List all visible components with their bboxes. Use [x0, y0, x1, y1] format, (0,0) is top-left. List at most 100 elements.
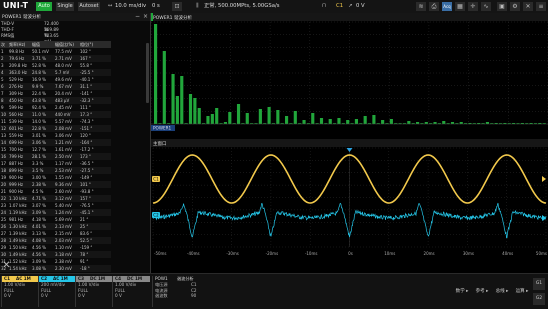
table-row[interactable]: 2 79.6 Hz 3.71 % 2.71 mV 167 °: [0, 55, 111, 62]
table-row[interactable]: 5 529 Hz 16.9 % 49.6 mV -40.1 °: [0, 76, 111, 83]
autoset-button[interactable]: Autoset: [78, 2, 100, 11]
channel-box-c2[interactable]: C2 AC 1M 200 mV/div FULL 0 V: [38, 276, 76, 307]
table-cell: 4.56 %: [32, 252, 46, 257]
table-cell: 22.8 %: [32, 126, 46, 131]
table-cell: 12: [1, 126, 7, 131]
table-cell: 900 Hz: [9, 175, 24, 180]
table-cell: 1.19 kHz: [9, 210, 27, 215]
table-row[interactable]: 12 601 Hz 22.8 % 2.08 mV -151 °: [0, 125, 111, 132]
table-header-cell: 次: [1, 42, 5, 47]
power-analysis-box[interactable]: POW1 谐波分析 电压源 C1 电流源 C2 谐波数 90: [152, 276, 201, 307]
run-stop-button[interactable]: Auto: [36, 2, 52, 11]
grid-icon[interactable]: ▣: [497, 2, 507, 11]
table-row[interactable]: 24 1.19 kHz 3.09 % 1.24 mV -45.1 °: [0, 209, 111, 216]
table-row[interactable]: 11 539 Hz 14.0 % 5.57 mV -74.3 °: [0, 118, 111, 125]
trigger-level[interactable]: 0 V: [356, 2, 365, 11]
calc-menu-button[interactable]: 运算 ▸: [512, 276, 532, 307]
acq-mode-icon[interactable]: Acq: [442, 2, 452, 11]
table-row[interactable]: 14 699 Hz 3.06 % 1.21 mV -164 °: [0, 139, 111, 146]
table-row[interactable]: 8 450 Hz 43.8 % 483 μV -32.3 °: [0, 97, 111, 104]
menu-icon[interactable]: ≡: [536, 2, 546, 11]
table-row[interactable]: 25 981 Hz 4.18 % 5.69 mV 21 °: [0, 216, 111, 223]
table-row[interactable]: 22 1.10 kHz 4.71 % 3.12 mV 157 °: [0, 195, 111, 202]
table-cell: 4.01 %: [32, 224, 46, 229]
ch2-marker-label: C2: [153, 213, 159, 218]
table-row[interactable]: 19 900 Hz 3.00 % 1.55 mV -149 °: [0, 174, 111, 181]
table-row[interactable]: 10 560 Hz 11.0 % 440 mV 17.3 °: [0, 111, 111, 118]
table-row[interactable]: 18 899 Hz 3.5 % 2.53 mV -27.5 °: [0, 167, 111, 174]
table-cell: -151 °: [80, 126, 93, 131]
table-cell: 2.13 mV: [55, 224, 72, 229]
channel-box-c1[interactable]: C1 AC 1M 1.00 V/div FULL 0 V: [1, 276, 39, 307]
cursor-icon[interactable]: ✛: [468, 2, 478, 11]
channel-box-c4[interactable]: C4 DC 1M 1.00 V/div FULL 0 V: [112, 276, 150, 307]
g2-button[interactable]: G2: [533, 293, 545, 305]
table-cell: 3.09 %: [32, 259, 46, 264]
wave-icon[interactable]: ∿: [481, 2, 491, 11]
table-row[interactable]: 6 276 Hz 9.9 % 7.67 mV 31.1 °: [0, 83, 111, 90]
measure-icon[interactable]: ≋: [416, 2, 426, 11]
table-row[interactable]: 1 99.8 Hz 50.1 mV 77.5 mV 102 °: [0, 48, 111, 55]
harmonic-bar: [171, 74, 175, 124]
table-row[interactable]: 9 599 Hz 92.4 % 2.45 mV 111 °: [0, 104, 111, 111]
table-row[interactable]: 3 209.8 Hz 52.8 % 48.0 mV 55.8 °: [0, 62, 111, 69]
table-row[interactable]: 7 309 Hz 22.4 % 20.4 mV -141 °: [0, 90, 111, 97]
table-cell: 3: [1, 63, 4, 68]
table-row[interactable]: 15 700 Hz 12.7 % 1.61 mV -17.2 °: [0, 146, 111, 153]
table-row[interactable]: 21 900 Hz 4.5 % 2.60 mV -93.8 °: [0, 188, 111, 195]
table-row[interactable]: 17 887 Hz 3.3 % 1.17 mV -36.5 °: [0, 160, 111, 167]
table-cell: 1.49 kHz: [9, 238, 27, 243]
table-cell: 1.24 mV: [55, 210, 72, 215]
table-row[interactable]: 28 1.49 kHz 4.08 % 2.03 mV 52.5 °: [0, 237, 111, 244]
table-cell: 1.30 kHz: [9, 224, 27, 229]
table-cell: 9.36 mV: [55, 182, 72, 187]
table-cell: 3.06 mV: [55, 133, 72, 138]
close-icon[interactable]: ✕: [523, 2, 533, 11]
bus-menu-button[interactable]: 总线 ▸: [492, 276, 512, 307]
delay-value[interactable]: 0 s: [152, 2, 160, 11]
table-cell: 3.08 %: [32, 266, 46, 271]
table-cell: 2.08 mV: [55, 126, 72, 131]
table-row[interactable]: 26 1.30 kHz 4.01 % 2.13 mV 25 °: [0, 223, 111, 230]
settings-icon[interactable]: ⚙: [510, 2, 520, 11]
close-panel-icon[interactable]: ×: [142, 13, 149, 20]
table-row[interactable]: 13 559 Hz 3.01 % 3.06 mV 120 °: [0, 132, 111, 139]
save-icon[interactable]: ⎙: [429, 2, 439, 11]
table-cell: 50.1 mV: [32, 49, 49, 54]
g1-button[interactable]: G1: [533, 278, 545, 290]
harmonic-bar: [328, 119, 332, 124]
rms-row: RMS值703.65 mV: [1, 33, 59, 44]
table-cell: 29: [1, 245, 7, 250]
close-x-icon[interactable]: ✕: [1, 260, 12, 272]
math-menu-button[interactable]: 数学 ▸: [452, 276, 472, 307]
table-cell: 3.07 %: [32, 203, 46, 208]
display-icon[interactable]: ▦: [455, 2, 465, 11]
table-row[interactable]: 23 1.07 kHz 3.07 % 5.40 mV -76.5 °: [0, 202, 111, 209]
sample-info[interactable]: 正常, 500.00MPts, 5.00GSa/s: [204, 2, 280, 11]
table-row[interactable]: 29 1.50 kHz 4.56 % 1.10 mV -159 °: [0, 244, 111, 251]
table-scrollbar[interactable]: [146, 43, 149, 103]
ref-menu-button[interactable]: 参考 ▸: [472, 276, 492, 307]
table-cell: 1.55 mV: [55, 175, 72, 180]
table-row[interactable]: 31 1.52 kHz 3.09 % 2.38 mV 91 °: [0, 258, 111, 265]
timebase-value[interactable]: 10.0 ms/div: [115, 2, 146, 11]
channel-offset: 0 V: [78, 293, 85, 298]
table-cell: 3.18 mV: [55, 252, 72, 257]
table-cell: 20: [1, 182, 7, 187]
zoom-icon[interactable]: ⊡: [172, 2, 182, 11]
channel-box-c3[interactable]: C3 DC 1M 1.00 V/div FULL 0 V: [75, 276, 113, 307]
table-row[interactable]: 4 363.0 Hz 24.8 % 5.7 mV -25.5 °: [0, 69, 111, 76]
table-cell: 5.57 mV: [55, 119, 72, 124]
harmonic-bar: [363, 116, 367, 124]
table-row[interactable]: 27 1.39 kHz 3.13 % 2.15 mV 83.6 °: [0, 230, 111, 237]
single-button[interactable]: Single: [56, 2, 74, 11]
table-row[interactable]: 30 1.49 kHz 4.56 % 3.18 mV 78 °: [0, 251, 111, 258]
minimize-icon[interactable]: −: [134, 13, 141, 20]
table-cell: 799 Hz: [9, 154, 24, 159]
harmonic-bar: [206, 116, 210, 124]
trigger-source[interactable]: C1: [336, 2, 343, 11]
table-row[interactable]: 16 799 Hz 28.1 % 2.50 mV 173 °: [0, 153, 111, 160]
table-row[interactable]: 32 1.54 kHz 3.08 % 2.30 mV -18 °: [0, 265, 111, 272]
table-cell: 2.53 mV: [55, 168, 72, 173]
table-row[interactable]: 20 999 Hz 2.38 % 9.36 mV 101 °: [0, 181, 111, 188]
